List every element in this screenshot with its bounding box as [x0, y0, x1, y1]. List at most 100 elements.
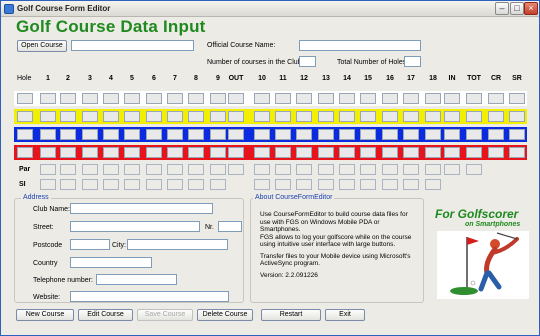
- distance-cell-blue[interactable]: [382, 129, 398, 140]
- tee-name-field[interactable]: [17, 129, 33, 140]
- distance-cell-blue[interactable]: [254, 129, 270, 140]
- distance-cell-blue[interactable]: [228, 129, 244, 140]
- distance-cell-yellow[interactable]: [339, 111, 355, 122]
- par-cell[interactable]: [425, 164, 441, 175]
- nr-field[interactable]: [218, 221, 242, 232]
- si-cell[interactable]: [146, 179, 162, 190]
- distance-cell-yellow[interactable]: [146, 111, 162, 122]
- distance-cell-blue[interactable]: [82, 129, 98, 140]
- distance-cell-blue[interactable]: [60, 129, 76, 140]
- distance-cell-yellow[interactable]: [360, 111, 376, 122]
- distance-cell-red[interactable]: [228, 147, 244, 158]
- distance-cell-yellow[interactable]: [60, 111, 76, 122]
- new-course-button[interactable]: New Course: [16, 309, 74, 321]
- distance-cell-white[interactable]: [228, 93, 244, 104]
- distance-cell-white[interactable]: [103, 93, 119, 104]
- distance-cell-blue[interactable]: [275, 129, 291, 140]
- distance-cell-blue[interactable]: [360, 129, 376, 140]
- si-cell[interactable]: [296, 179, 312, 190]
- distance-cell-red[interactable]: [210, 147, 226, 158]
- distance-cell-white[interactable]: [509, 93, 525, 104]
- distance-cell-blue[interactable]: [296, 129, 312, 140]
- courses-in-club-field[interactable]: [299, 56, 316, 67]
- distance-cell-blue[interactable]: [466, 129, 482, 140]
- open-course-path-field[interactable]: [71, 40, 194, 51]
- title-bar[interactable]: Golf Course Form Editor – □ ×: [1, 1, 539, 17]
- distance-cell-yellow[interactable]: [275, 111, 291, 122]
- si-cell[interactable]: [40, 179, 56, 190]
- open-course-button[interactable]: Open Course: [17, 40, 67, 52]
- street-field[interactable]: [70, 221, 200, 232]
- distance-cell-white[interactable]: [488, 93, 504, 104]
- distance-cell-red[interactable]: [466, 147, 482, 158]
- par-cell[interactable]: [103, 164, 119, 175]
- distance-cell-red[interactable]: [444, 147, 460, 158]
- si-cell[interactable]: [425, 179, 441, 190]
- distance-cell-blue[interactable]: [425, 129, 441, 140]
- distance-cell-yellow[interactable]: [296, 111, 312, 122]
- distance-cell-red[interactable]: [296, 147, 312, 158]
- distance-cell-yellow[interactable]: [425, 111, 441, 122]
- par-cell[interactable]: [210, 164, 226, 175]
- par-cell[interactable]: [275, 164, 291, 175]
- distance-cell-blue[interactable]: [103, 129, 119, 140]
- distance-cell-blue[interactable]: [403, 129, 419, 140]
- distance-cell-red[interactable]: [124, 147, 140, 158]
- delete-course-button[interactable]: Delete Course: [197, 309, 253, 321]
- distance-cell-blue[interactable]: [318, 129, 334, 140]
- distance-cell-white[interactable]: [188, 93, 204, 104]
- distance-cell-yellow[interactable]: [318, 111, 334, 122]
- distance-cell-white[interactable]: [360, 93, 376, 104]
- distance-cell-red[interactable]: [167, 147, 183, 158]
- par-cell[interactable]: [228, 164, 244, 175]
- distance-cell-yellow[interactable]: [40, 111, 56, 122]
- si-cell[interactable]: [188, 179, 204, 190]
- tee-name-field[interactable]: [17, 111, 33, 122]
- par-cell[interactable]: [382, 164, 398, 175]
- si-cell[interactable]: [318, 179, 334, 190]
- total-holes-field[interactable]: [404, 56, 421, 67]
- distance-cell-white[interactable]: [210, 93, 226, 104]
- par-cell[interactable]: [188, 164, 204, 175]
- distance-cell-red[interactable]: [339, 147, 355, 158]
- distance-cell-blue[interactable]: [210, 129, 226, 140]
- distance-cell-red[interactable]: [254, 147, 270, 158]
- par-cell[interactable]: [318, 164, 334, 175]
- distance-cell-white[interactable]: [318, 93, 334, 104]
- distance-cell-white[interactable]: [444, 93, 460, 104]
- telephone-field[interactable]: [96, 274, 177, 285]
- distance-cell-red[interactable]: [318, 147, 334, 158]
- distance-cell-yellow[interactable]: [444, 111, 460, 122]
- distance-cell-blue[interactable]: [124, 129, 140, 140]
- si-cell[interactable]: [339, 179, 355, 190]
- par-cell[interactable]: [82, 164, 98, 175]
- minimize-icon[interactable]: –: [495, 2, 509, 15]
- exit-button[interactable]: Exit: [325, 309, 365, 321]
- distance-cell-white[interactable]: [466, 93, 482, 104]
- country-field[interactable]: [70, 257, 152, 268]
- tee-name-field[interactable]: [17, 147, 33, 158]
- tee-name-field[interactable]: [17, 93, 33, 104]
- par-cell[interactable]: [124, 164, 140, 175]
- restart-button[interactable]: Restart: [261, 309, 321, 321]
- distance-cell-red[interactable]: [360, 147, 376, 158]
- si-cell[interactable]: [254, 179, 270, 190]
- distance-cell-blue[interactable]: [167, 129, 183, 140]
- distance-cell-red[interactable]: [382, 147, 398, 158]
- distance-cell-red[interactable]: [403, 147, 419, 158]
- save-course-button[interactable]: Save Course: [137, 309, 193, 321]
- si-cell[interactable]: [382, 179, 398, 190]
- distance-cell-white[interactable]: [275, 93, 291, 104]
- distance-cell-white[interactable]: [146, 93, 162, 104]
- website-field[interactable]: [70, 291, 229, 302]
- distance-cell-yellow[interactable]: [210, 111, 226, 122]
- par-cell[interactable]: [60, 164, 76, 175]
- distance-cell-white[interactable]: [296, 93, 312, 104]
- si-cell[interactable]: [210, 179, 226, 190]
- par-cell[interactable]: [444, 164, 460, 175]
- distance-cell-white[interactable]: [339, 93, 355, 104]
- distance-cell-white[interactable]: [60, 93, 76, 104]
- distance-cell-red[interactable]: [82, 147, 98, 158]
- distance-cell-blue[interactable]: [488, 129, 504, 140]
- distance-cell-yellow[interactable]: [188, 111, 204, 122]
